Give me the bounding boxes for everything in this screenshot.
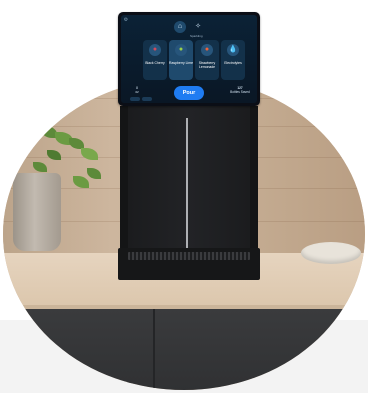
flavor-option-electrolytes[interactable]: 💧 Electrolytes: [221, 40, 245, 80]
flavor-option-raspberry-lime[interactable]: ● Raspberry Lime: [169, 40, 193, 80]
option-chip[interactable]: [130, 97, 140, 101]
size-readout[interactable]: 8 oz: [133, 86, 141, 94]
cabinet: [3, 309, 365, 390]
bottles-saved-label: Bottles Saved: [230, 90, 250, 94]
cabinet-gap: [153, 309, 155, 390]
size-unit: oz: [135, 90, 139, 94]
home-icon[interactable]: ⌂: [174, 21, 186, 33]
flavor-name: Black Cherry: [145, 61, 165, 65]
raspberry-icon: ●: [175, 44, 187, 56]
bottles-saved-readout: 127 Bottles Saved: [229, 86, 251, 94]
touchscreen: ⚙ ⌂ ✧ Sparkling ● Black Cherry ● Raspber…: [118, 12, 260, 106]
water-dispenser: ⚙ ⌂ ✧ Sparkling ● Black Cherry ● Raspber…: [118, 12, 260, 280]
plate: [301, 242, 361, 264]
gear-icon[interactable]: ⚙: [123, 17, 129, 23]
droplet-icon: 💧: [227, 44, 239, 56]
touchscreen-display: ⚙ ⌂ ✧ Sparkling ● Black Cherry ● Raspber…: [121, 15, 257, 103]
flavor-name: Electrolytes: [224, 61, 242, 65]
flavor-name: Strawberry Lemonade: [198, 61, 216, 69]
sparkle-icon[interactable]: ✧: [192, 21, 204, 33]
drip-grate: [128, 252, 250, 260]
dispenser-side: [250, 106, 258, 266]
option-chip[interactable]: [142, 97, 152, 101]
plant-pot: [13, 173, 61, 251]
flavor-option-black-cherry[interactable]: ● Black Cherry: [143, 40, 167, 80]
dispense-nozzle: [186, 118, 188, 248]
flavor-name: Raspberry Lime: [169, 61, 193, 65]
strawberry-icon: ●: [201, 44, 213, 56]
flavor-option-strawberry-lemonade[interactable]: ● Strawberry Lemonade: [195, 40, 219, 80]
dispenser-side: [120, 106, 128, 266]
product-photo: ⚙ ⌂ ✧ Sparkling ● Black Cherry ● Raspber…: [0, 0, 368, 393]
tab-label-sparkling: Sparkling: [190, 34, 203, 38]
cherry-icon: ●: [149, 44, 161, 56]
pour-button[interactable]: Pour: [174, 86, 204, 100]
